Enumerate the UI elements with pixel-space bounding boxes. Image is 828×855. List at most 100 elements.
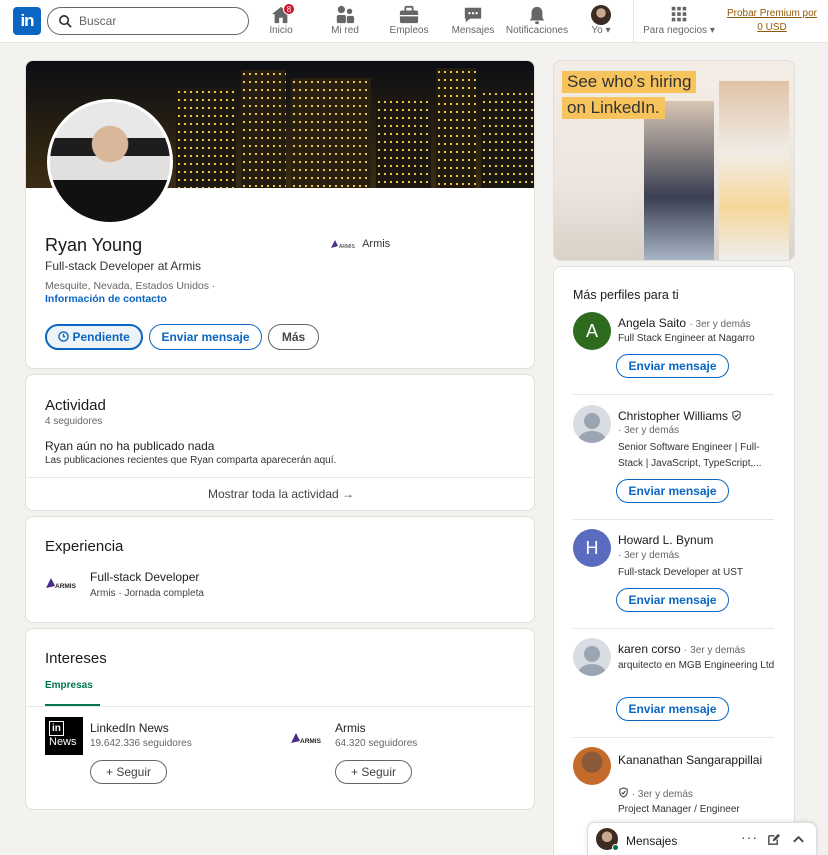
svg-text:ARMIS: ARMIS (339, 244, 355, 249)
profile-name: Ryan Young (45, 235, 143, 255)
svg-text:ARMIS: ARMIS (55, 583, 77, 590)
briefcase-icon (399, 5, 419, 24)
nav-business[interactable]: Para negocios ▾ (642, 0, 716, 43)
messaging-label: Mensajes (626, 834, 678, 848)
nav-label: Yo ▾ (591, 25, 611, 36)
linkedin-logo[interactable]: in (13, 7, 41, 35)
divider (26, 706, 534, 707)
scrollbar[interactable] (820, 43, 828, 855)
chevron-up-icon[interactable] (792, 834, 805, 844)
tab-companies[interactable]: Empresas (45, 680, 93, 691)
ad-headline: on LinkedIn. (562, 97, 665, 119)
compose-icon[interactable] (767, 833, 780, 846)
verified-icon (732, 410, 742, 421)
profile-headline: Full-stack Developer at Armis (45, 259, 202, 273)
network-icon (336, 5, 355, 24)
activity-empty-desc: Las publicaciones recientes que Ryan com… (45, 455, 337, 466)
armis-logo: ARMIS (331, 240, 355, 249)
person-degree: · 3er y demás (618, 787, 693, 800)
person-name[interactable]: Howard L. Bynum (618, 533, 713, 547)
more-profiles-card: Más perfiles para ti A Angela Saito · 3e… (553, 266, 795, 855)
search-box[interactable] (47, 7, 249, 35)
nav-label: Mensajes (451, 25, 495, 36)
avatar[interactable]: A (573, 312, 611, 350)
svg-text:ARMIS: ARMIS (300, 738, 322, 745)
send-message-button[interactable]: Enviar mensaje (616, 697, 729, 721)
send-message-button[interactable]: Enviar mensaje (149, 324, 262, 350)
divider (26, 477, 534, 478)
person-name[interactable]: karen corso · 3er y demás (618, 642, 745, 656)
activity-empty-title: Ryan aún no ha publicado nada (45, 439, 215, 453)
send-message-button[interactable]: Enviar mensaje (616, 479, 729, 503)
chevron-down-icon: ▾ (709, 25, 715, 36)
follow-button[interactable]: + Seguir (90, 760, 167, 784)
search-input[interactable] (79, 12, 239, 30)
person-name[interactable]: Angela Saito · 3er y demás (618, 316, 751, 330)
avatar[interactable] (573, 405, 611, 443)
person-degree: · 3er y demás (618, 425, 680, 436)
nav-messaging[interactable]: Mensajes (450, 0, 496, 43)
person-role: Senior Software Engineer | Full-Stack | … (618, 442, 762, 469)
divider (573, 519, 774, 520)
nav-home[interactable]: 8 Inicio (262, 0, 300, 43)
more-options-icon[interactable]: ··· (741, 829, 758, 845)
messaging-bar[interactable]: Mensajes ··· (587, 822, 817, 855)
activity-title: Actividad (45, 397, 106, 414)
interests-title: Intereses (45, 650, 107, 667)
experience-role: Full-stack Developer (90, 570, 200, 584)
interest-followers: 19.642.336 seguidores (90, 738, 192, 749)
more-profiles-title: Más perfiles para ti (573, 288, 679, 302)
divider (573, 394, 774, 395)
nav-label: Mi red (331, 25, 359, 36)
search-icon (59, 15, 72, 28)
interest-name[interactable]: Armis (335, 721, 366, 735)
linkedin-news-logo: in News (45, 717, 83, 755)
interests-card: Intereses Empresas in News LinkedIn News… (25, 628, 535, 810)
notification-badge: 8 (283, 3, 295, 15)
person-role: Full-stack Developer at UST (618, 567, 744, 578)
clock-icon (58, 331, 69, 342)
avatar[interactable] (573, 747, 611, 785)
follow-button[interactable]: + Seguir (335, 760, 412, 784)
person-name[interactable]: Kananathan Sangarappillai (618, 751, 768, 770)
armis-logo: ARMIS (46, 578, 77, 590)
person-role: arquitecto en MGB Engineering Ltd (618, 660, 775, 671)
person-name[interactable]: Christopher Williams (618, 409, 742, 423)
follower-count: 4 seguidores (45, 416, 103, 427)
hiring-ad[interactable]: See who’s hiring on LinkedIn. (553, 60, 795, 261)
nav-jobs[interactable]: Empleos (388, 0, 430, 43)
armis-logo: ARMIS (291, 733, 322, 745)
more-button[interactable]: Más (268, 324, 319, 350)
send-message-button[interactable]: Enviar mensaje (616, 354, 729, 378)
online-status-icon (612, 844, 619, 851)
nav-label: Para negocios ▾ (643, 25, 715, 36)
profile-photo[interactable] (47, 99, 173, 225)
top-navbar: in 8 Inicio Mi red Empleos Mensajes Noti… (0, 0, 828, 43)
contact-info-link[interactable]: Información de contacto (45, 293, 167, 305)
ad-photo-person (719, 81, 789, 260)
show-all-activity-link[interactable]: Mostrar toda la actividad → (26, 487, 534, 501)
pending-button[interactable]: Pendiente (45, 324, 143, 350)
interest-name[interactable]: LinkedIn News (90, 721, 169, 735)
chevron-down-icon: ▾ (605, 25, 611, 36)
divider (573, 737, 774, 738)
experience-card: Experiencia ARMIS Full-stack Developer A… (25, 516, 535, 623)
nav-me[interactable]: Yo ▾ (584, 0, 618, 43)
bell-icon (529, 6, 545, 25)
person-role: Full Stack Engineer at Nagarro (618, 333, 755, 344)
avatar[interactable] (573, 638, 611, 676)
send-message-button[interactable]: Enviar mensaje (616, 588, 729, 612)
nav-label: Empleos (389, 25, 429, 36)
grid-icon (671, 6, 687, 22)
avatar[interactable]: H (573, 529, 611, 567)
verified-icon (619, 787, 628, 798)
activity-card: Actividad 4 seguidores Ryan aún no ha pu… (25, 374, 535, 511)
experience-title: Experiencia (45, 538, 124, 555)
nav-label: Notificaciones (505, 25, 569, 36)
nav-network[interactable]: Mi red (326, 0, 364, 43)
nav-notifications[interactable]: Notificaciones (504, 0, 570, 43)
me-avatar (591, 5, 611, 25)
ad-photo-person (644, 101, 714, 260)
premium-link[interactable]: Probar Premium por 0 USD (723, 7, 821, 35)
current-company[interactable]: ARMIS Armis (331, 238, 390, 250)
